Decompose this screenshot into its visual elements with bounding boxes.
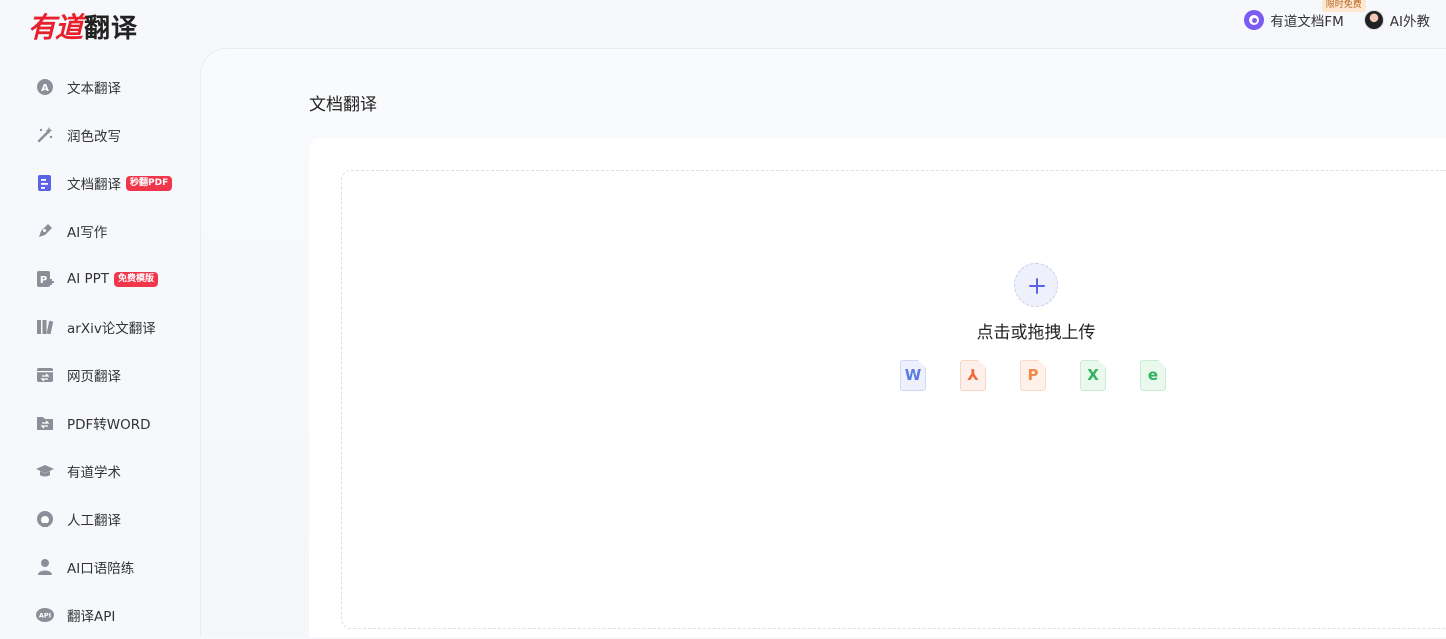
upload-instruction[interactable]: 点击或拖拽上传 xyxy=(936,318,1136,343)
graduation-cap-icon xyxy=(36,462,54,480)
sidebar-item-label: 润色改写 xyxy=(67,129,121,145)
file-dropzone[interactable] xyxy=(341,170,1446,629)
books-icon xyxy=(36,318,54,336)
word-file-icon: W xyxy=(900,360,928,392)
sidebar-item-label: 有道学术 xyxy=(67,465,121,481)
folder-convert-icon xyxy=(36,414,54,432)
sidebar-item-pdf-to-word[interactable]: PDF转WORD xyxy=(0,399,200,447)
sidebar: A 文本翻译 润色改写 文档翻译 秒翻PDF AI写作 P AI PPT 免费模… xyxy=(0,48,200,637)
logo-youdao: 有道 xyxy=(28,11,83,44)
sidebar-item-ai-ppt[interactable]: P AI PPT 免费模版 xyxy=(0,255,200,303)
headset-icon xyxy=(36,510,54,528)
logo-translate: 翻译 xyxy=(84,14,139,44)
sidebar-item-label: 翻译API xyxy=(67,609,116,625)
top-bar: 有道 翻译 有道文档FM 限时免费 AI外教 xyxy=(0,0,1446,48)
sidebar-item-label: AI口语陪练 xyxy=(67,561,135,577)
sidebar-item-label: arXiv论文翻译 xyxy=(67,321,156,337)
youdao-doc-fm-link[interactable]: 有道文档FM 限时免费 xyxy=(1244,0,1366,30)
magic-wand-icon xyxy=(36,126,54,144)
svg-text:API: API xyxy=(39,612,51,620)
sidebar-item-api[interactable]: API 翻译API xyxy=(0,591,200,639)
status-badge: 免费模版 xyxy=(114,271,159,287)
sidebar-item-text-translate[interactable]: A 文本翻译 xyxy=(0,63,200,111)
sidebar-item-polish[interactable]: 润色改写 xyxy=(0,111,200,159)
fm-label: 有道文档FM xyxy=(1270,14,1344,30)
ai-tutor-label: AI外教 xyxy=(1389,14,1430,30)
sidebar-item-label: AI写作 xyxy=(67,225,108,241)
status-badge: 秒翻PDF xyxy=(126,175,173,191)
excel-file-icon: X xyxy=(1080,360,1108,392)
sidebar-item-label: 人工翻译 xyxy=(67,513,121,529)
sidebar-item-web-translate[interactable]: 网页翻译 xyxy=(0,351,200,399)
youdao-logo[interactable]: 有道 翻译 xyxy=(28,6,138,46)
sidebar-item-label: PDF转WORD xyxy=(67,417,151,433)
pen-icon xyxy=(36,222,54,240)
sidebar-item-label: 文本翻译 xyxy=(67,81,121,97)
person-icon xyxy=(36,558,54,576)
sidebar-item-human-translate[interactable]: 人工翻译 xyxy=(0,495,200,543)
sidebar-item-label: 文档翻译 xyxy=(67,177,121,193)
sidebar-item-doc-translate[interactable]: 文档翻译 秒翻PDF xyxy=(0,159,200,207)
sidebar-item-arxiv[interactable]: arXiv论文翻译 xyxy=(0,303,200,351)
podcast-icon xyxy=(1244,10,1265,30)
epub-file-icon: e xyxy=(1140,360,1168,392)
avatar xyxy=(1363,10,1384,30)
document-icon xyxy=(36,174,54,192)
ppt-file-icon: P xyxy=(1020,360,1048,392)
svg-text:P: P xyxy=(40,275,47,286)
api-icon: API xyxy=(36,606,54,624)
sidebar-item-ai-writing[interactable]: AI写作 xyxy=(0,207,200,255)
sidebar-item-academic[interactable]: 有道学术 xyxy=(0,447,200,495)
header-actions: 有道文档FM 限时免费 AI外教 xyxy=(1244,0,1430,30)
webpage-icon xyxy=(36,366,54,384)
pdf-file-icon: ⅄ xyxy=(960,360,988,392)
sidebar-item-label: 网页翻译 xyxy=(67,369,121,385)
svg-text:A: A xyxy=(41,83,49,94)
ai-tutor-link[interactable]: AI外教 xyxy=(1363,10,1430,30)
ppt-icon: P xyxy=(36,270,54,288)
sidebar-item-label: AI PPT xyxy=(67,271,110,287)
free-badge: 限时免费 xyxy=(1321,0,1366,12)
upload-plus-button[interactable] xyxy=(1014,263,1058,307)
sidebar-item-ai-speaking[interactable]: AI口语陪练 xyxy=(0,543,200,591)
text-translate-icon: A xyxy=(36,78,54,96)
page-title: 文档翻译 xyxy=(309,95,377,115)
